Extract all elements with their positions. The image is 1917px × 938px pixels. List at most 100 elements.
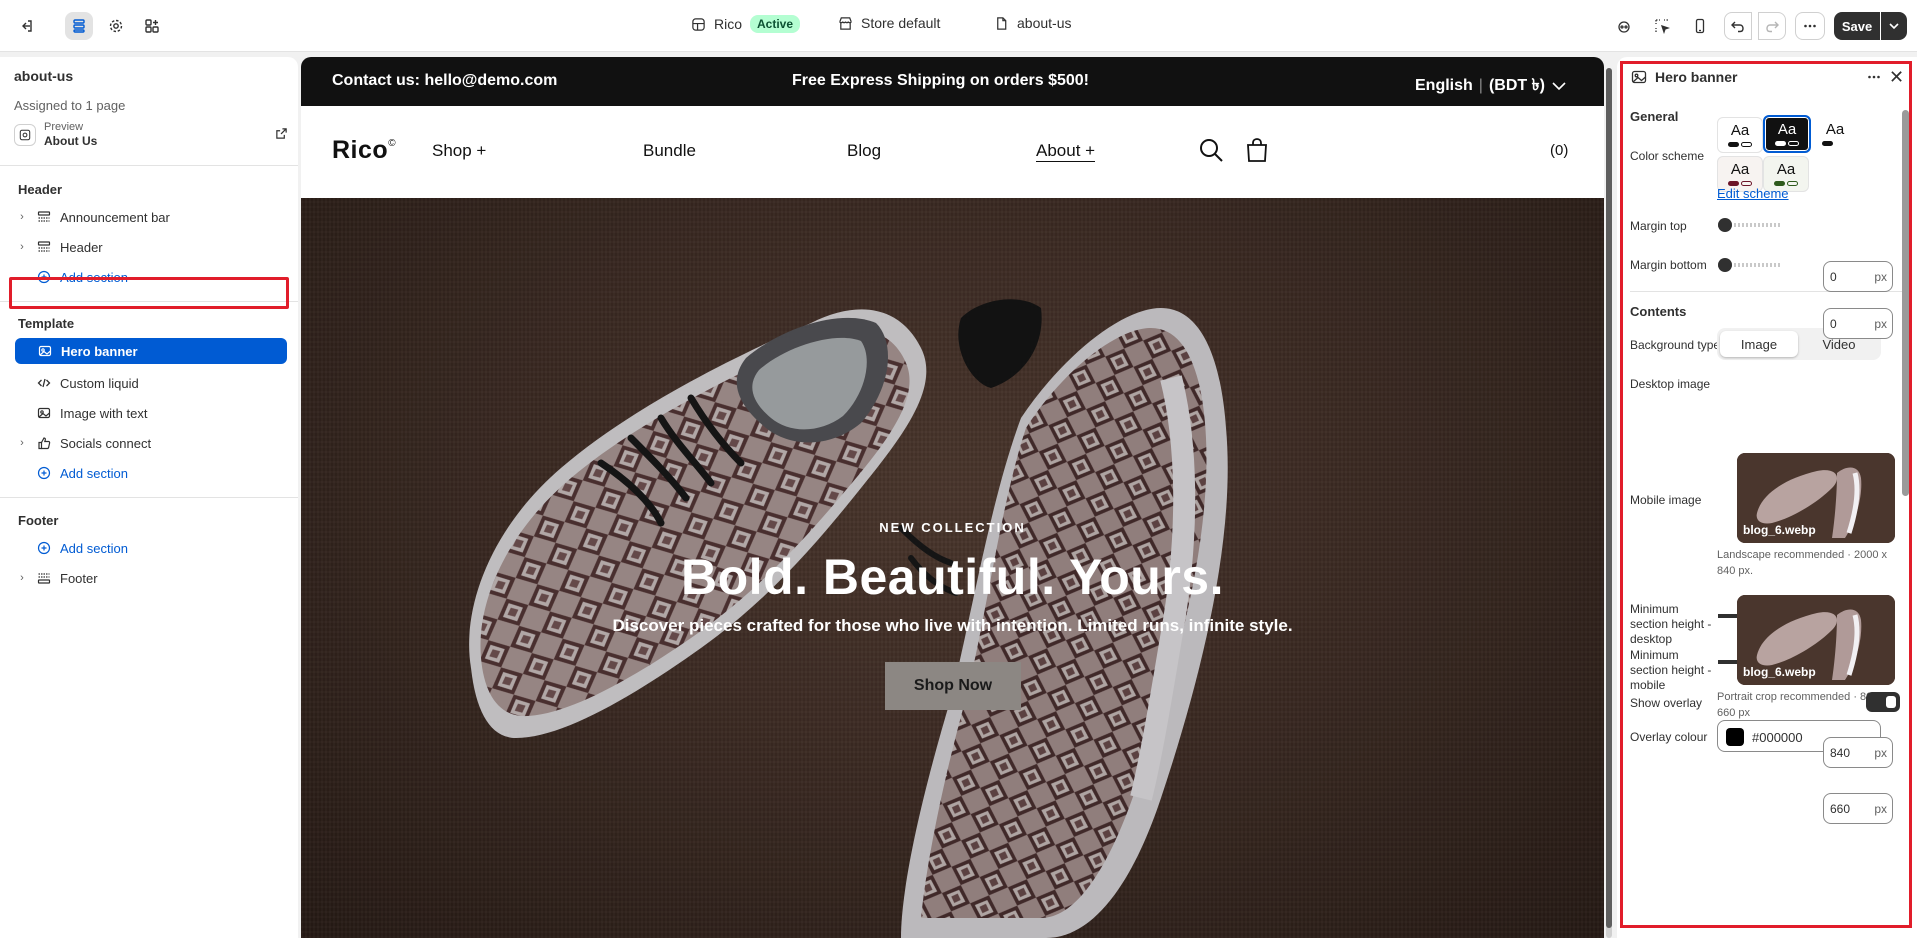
edit-scheme-link[interactable]: Edit scheme bbox=[1717, 186, 1789, 201]
panel-scrollbar[interactable] bbox=[1902, 110, 1909, 496]
mobile-view-icon[interactable] bbox=[1686, 12, 1714, 40]
save-options-button[interactable] bbox=[1881, 12, 1907, 40]
mobile-image-thumbnail[interactable]: blog_6.webp bbox=[1737, 595, 1895, 685]
chevron-right-icon[interactable]: › bbox=[14, 211, 30, 223]
thumbs-up-icon bbox=[36, 435, 52, 451]
page-icon bbox=[997, 16, 1007, 30]
hero-kicker: NEW COLLECTION bbox=[879, 520, 1026, 535]
cart-icon[interactable] bbox=[1245, 137, 1269, 166]
store-default-selector[interactable]: Store default bbox=[838, 15, 940, 31]
color-chip bbox=[1726, 728, 1744, 746]
group-header-title: Header bbox=[18, 182, 63, 197]
add-section-template-button[interactable]: Add section bbox=[14, 460, 288, 486]
nav-bundle[interactable]: Bundle bbox=[643, 141, 696, 161]
store-logo[interactable]: Rico© bbox=[332, 136, 396, 165]
layout-icon bbox=[36, 570, 52, 586]
hero-banner[interactable]: NEW COLLECTION Bold. Beautiful. Yours. D… bbox=[301, 198, 1604, 938]
image-icon bbox=[37, 343, 53, 359]
image-icon bbox=[1631, 70, 1647, 84]
desktop-image-thumbnail[interactable]: blog_6.webp bbox=[1737, 453, 1895, 543]
background-type-label: Background type bbox=[1630, 338, 1721, 352]
section-header[interactable]: › Header bbox=[14, 234, 288, 260]
margin-top-knob[interactable] bbox=[1718, 218, 1732, 232]
margin-bottom-input[interactable]: 0 px bbox=[1823, 308, 1893, 339]
group-footer-title: Footer bbox=[18, 513, 59, 528]
section-image-with-text[interactable]: Image with text bbox=[14, 400, 288, 426]
gear-icon[interactable] bbox=[102, 12, 130, 40]
margin-bottom-label: Margin bottom bbox=[1630, 258, 1707, 272]
assigned-pages: Assigned to 1 page bbox=[14, 98, 126, 113]
section-announcement-bar[interactable]: › Announcement bar bbox=[14, 204, 288, 230]
nav-blog[interactable]: Blog bbox=[847, 141, 881, 161]
page-title: about-us bbox=[14, 68, 74, 84]
more-icon[interactable] bbox=[1866, 69, 1882, 85]
top-bar: Rico Active Store default about-us Save bbox=[0, 0, 1917, 52]
plus-circle-icon bbox=[36, 540, 52, 556]
inspector-icon[interactable] bbox=[1610, 12, 1638, 40]
color-scheme-2-selected[interactable]: Aa bbox=[1763, 115, 1811, 153]
general-heading: General bbox=[1630, 109, 1679, 124]
save-button[interactable]: Save bbox=[1834, 12, 1880, 40]
color-scheme-label: Color scheme bbox=[1630, 149, 1705, 163]
shipping-text: Free Express Shipping on orders $500! bbox=[792, 72, 1089, 89]
nav-about[interactable]: About + bbox=[1036, 141, 1096, 162]
hero-title: Bold. Beautiful. Yours. bbox=[680, 549, 1225, 605]
color-scheme-1[interactable]: Aa bbox=[1717, 117, 1763, 153]
nav-shop[interactable]: Shop + bbox=[432, 141, 486, 161]
preview-selector[interactable]: Preview About Us bbox=[14, 121, 288, 151]
panel-title: Hero banner bbox=[1655, 69, 1738, 85]
page-selector[interactable]: about-us bbox=[994, 15, 1071, 31]
image-icon bbox=[36, 405, 52, 421]
sections-icon[interactable] bbox=[65, 12, 93, 40]
desktop-image-hint: Landscape recommended · 2000 x 840 px. bbox=[1717, 549, 1887, 577]
show-overlay-label: Show overlay bbox=[1630, 696, 1703, 710]
undo-icon[interactable] bbox=[1724, 12, 1752, 40]
preview-scrollbar[interactable] bbox=[1606, 68, 1612, 938]
section-label: Socials connect bbox=[60, 435, 152, 451]
min-height-desktop-input[interactable]: 840 px bbox=[1823, 737, 1893, 768]
language-currency-selector[interactable]: English | (BDT ৳) bbox=[1415, 72, 1567, 99]
divider bbox=[0, 497, 298, 498]
mobile-image-filename: blog_6.webp bbox=[1743, 665, 1816, 679]
redo-icon[interactable] bbox=[1758, 12, 1786, 40]
color-scheme-3[interactable]: Aa bbox=[1812, 117, 1858, 153]
section-label: Header bbox=[60, 239, 103, 255]
more-icon bbox=[1804, 24, 1816, 28]
add-section-footer-button[interactable]: Add section bbox=[14, 535, 288, 561]
margin-bottom-knob[interactable] bbox=[1718, 258, 1732, 272]
external-link-icon[interactable] bbox=[275, 127, 288, 143]
margin-top-input[interactable]: 0 px bbox=[1823, 261, 1893, 292]
panel-header: Hero banner ✕ bbox=[1631, 67, 1904, 88]
exit-icon[interactable] bbox=[12, 12, 40, 40]
hero-subtitle: Discover pieces crafted for those who li… bbox=[612, 616, 1293, 635]
select-element-icon[interactable] bbox=[1648, 12, 1676, 40]
close-icon[interactable]: ✕ bbox=[1889, 67, 1904, 88]
section-hero-banner[interactable]: Hero banner bbox=[15, 338, 287, 364]
add-section-label: Add section bbox=[60, 540, 128, 556]
section-socials-connect[interactable]: › Socials connect bbox=[14, 430, 288, 456]
add-section-label: Add section bbox=[60, 465, 128, 481]
chevron-right-icon[interactable]: › bbox=[14, 241, 30, 253]
preview-caption: Preview bbox=[44, 121, 84, 133]
group-template-title: Template bbox=[18, 316, 75, 331]
background-type-image[interactable]: Image bbox=[1720, 331, 1798, 357]
min-height-desktop-label: Minimum section height - desktop bbox=[1630, 602, 1712, 646]
currency-label: (BDT ৳) bbox=[1488, 77, 1545, 94]
contact-text[interactable]: Contact us: hello@demo.com bbox=[332, 72, 557, 90]
search-icon[interactable] bbox=[1198, 137, 1224, 166]
section-footer[interactable]: › Footer bbox=[14, 565, 288, 591]
store-selector[interactable]: Rico Active bbox=[691, 15, 801, 33]
min-height-mobile-input[interactable]: 660 px bbox=[1823, 793, 1893, 824]
chevron-right-icon[interactable]: › bbox=[14, 572, 30, 584]
section-label: Custom liquid bbox=[60, 375, 139, 391]
contents-heading: Contents bbox=[1630, 304, 1687, 319]
apps-icon[interactable] bbox=[138, 12, 166, 40]
chevron-down-icon bbox=[1552, 81, 1566, 90]
preview-icon bbox=[14, 124, 36, 146]
mobile-image-hint: Portrait crop recommended · 800 x 660 px bbox=[1717, 691, 1887, 719]
shop-now-button[interactable]: Shop Now bbox=[885, 662, 1021, 710]
show-overlay-toggle[interactable] bbox=[1866, 692, 1900, 712]
more-actions-button[interactable] bbox=[1795, 12, 1825, 40]
chevron-right-icon[interactable]: › bbox=[14, 437, 30, 449]
section-custom-liquid[interactable]: Custom liquid bbox=[14, 370, 288, 396]
